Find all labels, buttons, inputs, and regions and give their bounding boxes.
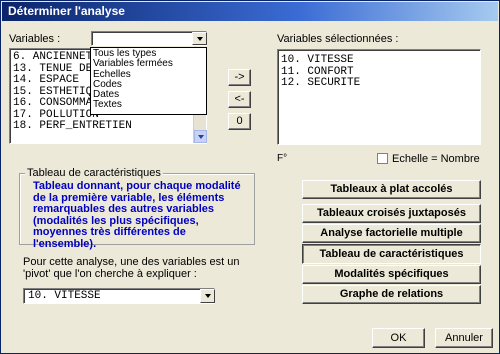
filter-options-popup[interactable]: Tous les types Variables fermées Echelle… bbox=[90, 47, 207, 115]
pivot-prompt: Pour cette analyse, une des variables es… bbox=[23, 256, 240, 280]
remove-variable-button[interactable]: <- bbox=[228, 91, 251, 108]
variables-label: Variables : bbox=[9, 33, 61, 45]
list-item[interactable]: 10. VITESSE bbox=[278, 54, 480, 67]
group-title: Tableau de caractéristiques bbox=[25, 167, 163, 179]
scale-checkbox-label: Echelle = Nombre bbox=[392, 153, 480, 165]
list-item[interactable]: 12. SECURITE bbox=[278, 77, 480, 90]
pivot-dropdown-button[interactable] bbox=[200, 289, 215, 303]
filter-dropdown-button[interactable] bbox=[192, 32, 207, 45]
selected-variables-list[interactable]: 10. VITESSE 11. CONFORT 12. SECURITE bbox=[277, 49, 481, 145]
selected-variables-label: Variables sélectionnées : bbox=[277, 33, 399, 45]
analysis-button-flat-tables[interactable]: Tableaux à plat accolés bbox=[302, 180, 481, 199]
pivot-select[interactable]: 10. VITESSE bbox=[23, 288, 215, 304]
analysis-button-specific-modalities[interactable]: Modalités spécifiques bbox=[302, 265, 481, 284]
analysis-button-characteristics[interactable]: Tableau de caractéristiques bbox=[302, 244, 481, 264]
add-variable-button[interactable]: -> bbox=[228, 69, 251, 86]
list-item[interactable]: 18. PERF_ENTRETIEN bbox=[10, 120, 206, 133]
ok-button[interactable]: OK bbox=[372, 328, 425, 348]
scroll-down-button[interactable] bbox=[194, 130, 207, 143]
variable-type-filter[interactable] bbox=[91, 31, 207, 46]
reset-button[interactable]: 0 bbox=[228, 113, 251, 130]
cancel-button[interactable]: Annuler bbox=[435, 328, 493, 348]
scale-checkbox[interactable] bbox=[377, 153, 388, 164]
analysis-button-cross-tables[interactable]: Tableaux croisés juxtaposés bbox=[302, 204, 481, 223]
f-label: F° bbox=[277, 153, 288, 164]
analysis-button-factorial[interactable]: Analyse factorielle multiple bbox=[302, 224, 481, 243]
chevron-down-icon bbox=[204, 294, 211, 298]
chevron-down-icon bbox=[196, 36, 203, 41]
title-bar: Déterminer l'analyse bbox=[2, 2, 498, 21]
analysis-description: Tableau donnant, pour chaque modalité de… bbox=[33, 180, 241, 250]
filter-option[interactable]: Textes bbox=[93, 100, 204, 111]
analysis-button-relation-graph[interactable]: Graphe de relations bbox=[302, 285, 481, 304]
chevron-down-icon bbox=[197, 134, 204, 139]
pivot-select-value: 10. VITESSE bbox=[28, 290, 101, 302]
dialog-window: Déterminer l'analyse Variables : 6. ANCI… bbox=[0, 0, 500, 354]
